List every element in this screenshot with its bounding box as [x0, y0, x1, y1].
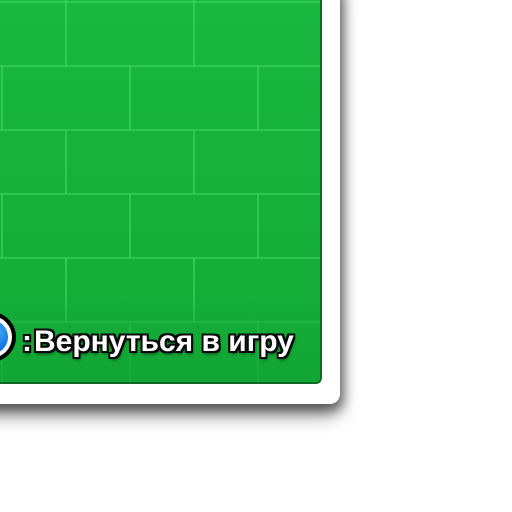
return-to-game-hint[interactable]: :Вернуться в игру	[22, 322, 294, 362]
game-screen: :Вернуться в игру	[0, 0, 512, 512]
hint-separator: :	[22, 325, 32, 358]
hint-label: Вернуться в игру	[34, 325, 294, 358]
button-core	[0, 320, 8, 354]
button-ring	[0, 316, 12, 358]
